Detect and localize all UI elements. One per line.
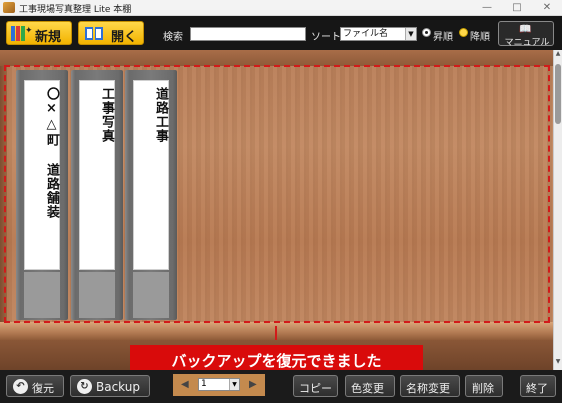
chevron-down-icon: ▼ xyxy=(229,379,239,390)
desc-label: 降順 xyxy=(470,32,490,43)
toast-message: バックアップを復元できました xyxy=(171,352,382,370)
undo-icon: ↶ xyxy=(13,379,28,394)
scroll-thumb[interactable] xyxy=(555,64,561,124)
chevron-down-icon: ▼ xyxy=(405,28,416,40)
maximize-button[interactable]: □ xyxy=(502,0,532,16)
prev-page-icon[interactable]: ◀ xyxy=(181,379,189,390)
delete-label: 削除 xyxy=(472,382,494,395)
page-select[interactable]: 1 ▼ xyxy=(198,378,240,391)
exit-button[interactable]: 終了 xyxy=(520,375,556,397)
asc-label: 昇順 xyxy=(433,32,453,43)
backup-label: Backup xyxy=(96,380,140,394)
title-bar: 工事現場写真整理 Lite 本棚 — □ ✕ xyxy=(0,0,562,16)
manual-button[interactable]: 📖 マニュアル xyxy=(498,21,554,48)
search-label: 検索 xyxy=(163,32,183,43)
new-button[interactable]: ✦ 新規 xyxy=(6,21,72,45)
manual-label: マニュアル xyxy=(504,38,550,48)
selection-handle[interactable] xyxy=(275,326,277,340)
color-change-label: 色変更 xyxy=(351,382,384,395)
open-button[interactable]: 開く xyxy=(78,21,144,45)
restore-label: 復元 xyxy=(32,382,54,395)
scroll-down-icon[interactable]: ▼ xyxy=(554,358,562,368)
window-title: 工事現場写真整理 Lite 本棚 xyxy=(19,5,132,15)
backup-button[interactable]: ↻ Backup xyxy=(70,375,150,397)
book-icon: 📖 xyxy=(519,24,532,35)
search-input[interactable] xyxy=(190,27,306,41)
toolbar: ✦ 新規 開く 検索 ソート ファイル名 ▼ 昇順 降順 📖 マニュアル xyxy=(0,16,562,50)
bottom-toolbar: ↶ 復元 ↻ Backup コピー 色変更 名称変更 削除 終了 xyxy=(0,370,562,403)
shelf-top xyxy=(0,50,553,66)
delete-button[interactable]: 削除 xyxy=(465,375,503,397)
copy-label: コピー xyxy=(299,382,332,395)
app-icon xyxy=(3,2,15,13)
desc-radio[interactable] xyxy=(459,28,468,37)
page-selector: ◀ 1 ▼ ▶ xyxy=(173,374,265,396)
svg-text:✦: ✦ xyxy=(25,26,32,36)
new-books-icon: ✦ xyxy=(11,26,32,41)
sort-label: ソート xyxy=(311,32,341,43)
restore-button[interactable]: ↶ 復元 xyxy=(6,375,64,397)
close-button[interactable]: ✕ xyxy=(532,0,562,16)
status-toast: バックアップを復元できました xyxy=(130,345,423,372)
new-label: 新規 xyxy=(35,30,62,45)
scroll-up-icon[interactable]: ▲ xyxy=(554,50,562,60)
page-value: 1 xyxy=(201,379,207,389)
rename-label: 名称変更 xyxy=(406,382,450,395)
open-label: 開く xyxy=(111,30,138,45)
sort-select[interactable]: ファイル名 ▼ xyxy=(340,27,417,41)
asc-radio[interactable] xyxy=(422,28,431,37)
backup-icon: ↻ xyxy=(77,379,92,394)
shelf-selection-outline xyxy=(4,65,550,323)
vertical-scrollbar[interactable]: ▲ ▼ xyxy=(553,50,562,370)
next-page-icon[interactable]: ▶ xyxy=(249,379,257,390)
minimize-button[interactable]: — xyxy=(472,0,502,16)
exit-label: 終了 xyxy=(526,382,548,395)
copy-button[interactable]: コピー xyxy=(293,375,338,397)
color-change-button[interactable]: 色変更 xyxy=(345,375,395,397)
rename-button[interactable]: 名称変更 xyxy=(400,375,460,397)
sort-value: ファイル名 xyxy=(343,29,389,39)
open-book-icon xyxy=(85,27,103,40)
